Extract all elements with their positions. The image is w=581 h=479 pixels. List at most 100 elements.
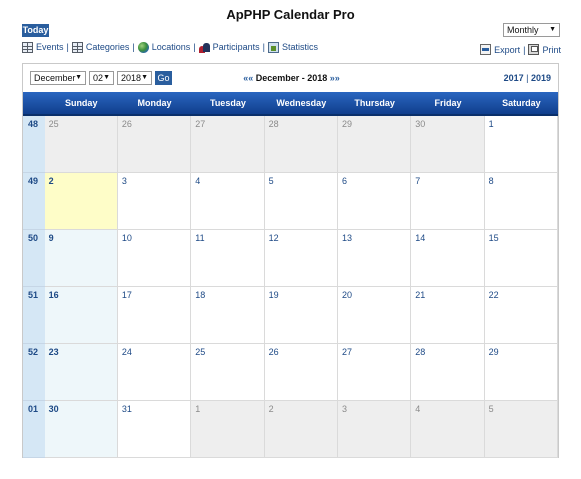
nav-events[interactable]: Events xyxy=(22,41,64,53)
day-cell-other-month[interactable]: 26 xyxy=(117,116,192,173)
nav-statistics[interactable]: Statistics xyxy=(267,41,318,53)
next-year-link[interactable]: 2019 xyxy=(531,73,551,83)
week-row: 51 16 17 18 19 20 21 22 xyxy=(23,287,558,344)
day-cell-other-month[interactable]: 27 xyxy=(191,116,265,173)
week-row: 49 2 3 4 5 6 7 8 xyxy=(23,173,558,230)
year-select[interactable]: 2018 ▼ xyxy=(117,71,152,85)
day-cell[interactable]: 7 xyxy=(411,173,485,230)
week-number[interactable]: 49 xyxy=(23,173,45,230)
day-cell[interactable]: 20 xyxy=(337,287,412,344)
month-select[interactable]: December ▼ xyxy=(30,71,86,85)
nav-participants[interactable]: Participants xyxy=(198,42,260,53)
nav-separator: | xyxy=(262,42,265,52)
categories-icon xyxy=(71,41,83,53)
export-icon xyxy=(480,44,492,55)
day-cell[interactable]: 4 xyxy=(191,173,265,230)
weekday-header: Friday xyxy=(434,98,462,108)
day-cell[interactable]: 6 xyxy=(337,173,412,230)
print-link[interactable]: Print xyxy=(528,44,561,55)
day-cell[interactable]: 5 xyxy=(264,173,338,230)
day-cell[interactable]: 11 xyxy=(191,230,265,287)
day-cell-other-month[interactable]: 2 xyxy=(264,401,338,458)
day-cell[interactable]: 14 xyxy=(411,230,485,287)
nav-categories[interactable]: Categories xyxy=(71,41,130,53)
day-cell[interactable]: 15 xyxy=(484,230,558,287)
weekday-header: Saturday xyxy=(502,98,541,108)
day-cell-today[interactable]: 2 xyxy=(44,173,118,230)
day-cell[interactable]: 25 xyxy=(191,344,265,401)
day-cell[interactable]: 29 xyxy=(484,344,558,401)
day-cell[interactable]: 3 xyxy=(117,173,192,230)
current-period: December - 2018 xyxy=(255,73,328,83)
chevron-down-icon: ▼ xyxy=(141,74,148,81)
weekday-header: Tuesday xyxy=(209,98,246,108)
day-cell[interactable]: 8 xyxy=(484,173,558,230)
day-cell[interactable]: 17 xyxy=(117,287,192,344)
chevron-down-icon: ▼ xyxy=(103,74,110,81)
day-cell-other-month[interactable]: 3 xyxy=(337,401,412,458)
go-button[interactable]: Go xyxy=(155,71,172,85)
day-cell-other-month[interactable]: 30 xyxy=(411,116,485,173)
day-cell[interactable]: 23 xyxy=(44,344,118,401)
month-select-value: December xyxy=(34,73,76,83)
day-cell-other-month[interactable]: 28 xyxy=(264,116,338,173)
events-icon xyxy=(22,41,33,53)
nav-locations-label: Locations xyxy=(151,42,191,52)
day-cell-other-month[interactable]: 4 xyxy=(411,401,485,458)
week-number[interactable]: 01 xyxy=(23,401,45,458)
view-mode-value: Monthly xyxy=(507,25,539,35)
calendar-frame: December ▼ 02 ▼ 2018 ▼ Go «« December - … xyxy=(22,63,559,458)
day-cell[interactable]: 21 xyxy=(411,287,485,344)
day-cell-other-month[interactable]: 5 xyxy=(484,401,558,458)
day-cell[interactable]: 9 xyxy=(44,230,118,287)
week-number[interactable]: 50 xyxy=(23,230,45,287)
export-print-actions: Export | Print xyxy=(480,44,561,55)
nav-categories-label: Categories xyxy=(85,42,130,52)
day-cell-other-month[interactable]: 29 xyxy=(337,116,412,173)
day-cell[interactable]: 18 xyxy=(191,287,265,344)
nav-participants-label: Participants xyxy=(212,42,260,52)
day-cell[interactable]: 27 xyxy=(337,344,412,401)
day-select[interactable]: 02 ▼ xyxy=(89,71,114,85)
day-cell[interactable]: 10 xyxy=(117,230,192,287)
day-cell-other-month[interactable]: 25 xyxy=(44,116,118,173)
day-cell[interactable]: 28 xyxy=(411,344,485,401)
nav-locations[interactable]: Locations xyxy=(137,41,191,53)
view-mode-select[interactable]: Monthly ▼ xyxy=(503,23,560,37)
nav-separator: | xyxy=(66,42,69,52)
weekday-header: Wednesday xyxy=(276,98,327,108)
week-row: 48 25 26 27 28 29 30 1 xyxy=(23,116,558,173)
export-link[interactable]: Export xyxy=(480,44,520,55)
prev-year-link[interactable]: 2017 xyxy=(504,73,524,83)
print-icon xyxy=(528,44,540,55)
prev-month-button[interactable]: «« xyxy=(243,73,253,83)
calendar-grid: Sunday Monday Tuesday Wednesday Thursday… xyxy=(23,92,558,458)
next-month-button[interactable]: »» xyxy=(330,73,340,83)
day-cell[interactable]: 16 xyxy=(44,287,118,344)
day-cell[interactable]: 22 xyxy=(484,287,558,344)
weekday-header: Monday xyxy=(137,98,172,108)
weekday-header-row: Sunday Monday Tuesday Wednesday Thursday… xyxy=(23,92,558,116)
day-cell[interactable]: 26 xyxy=(264,344,338,401)
today-button[interactable]: Today xyxy=(22,24,49,37)
day-cell[interactable]: 1 xyxy=(484,116,558,173)
day-cell[interactable]: 13 xyxy=(337,230,412,287)
day-cell[interactable]: 24 xyxy=(117,344,192,401)
day-cell[interactable]: 31 xyxy=(117,401,192,458)
day-cell[interactable]: 19 xyxy=(264,287,338,344)
week-row: 50 9 10 11 12 13 14 15 xyxy=(23,230,558,287)
day-cell[interactable]: 30 xyxy=(44,401,118,458)
day-select-value: 02 xyxy=(93,73,104,83)
year-separator: | xyxy=(526,73,529,83)
week-number[interactable]: 51 xyxy=(23,287,45,344)
chevron-down-icon: ▼ xyxy=(549,26,556,33)
week-number[interactable]: 52 xyxy=(23,344,45,401)
main-nav: Events | Categories | Locations | Partic… xyxy=(22,40,318,54)
week-row: 01 30 31 1 2 3 4 5 xyxy=(23,401,558,458)
day-cell-other-month[interactable]: 1 xyxy=(191,401,265,458)
day-cell[interactable]: 12 xyxy=(264,230,338,287)
participants-icon xyxy=(198,42,210,53)
week-number[interactable]: 48 xyxy=(23,116,45,173)
chevron-down-icon: ▼ xyxy=(75,74,82,81)
year-select-value: 2018 xyxy=(121,73,142,83)
